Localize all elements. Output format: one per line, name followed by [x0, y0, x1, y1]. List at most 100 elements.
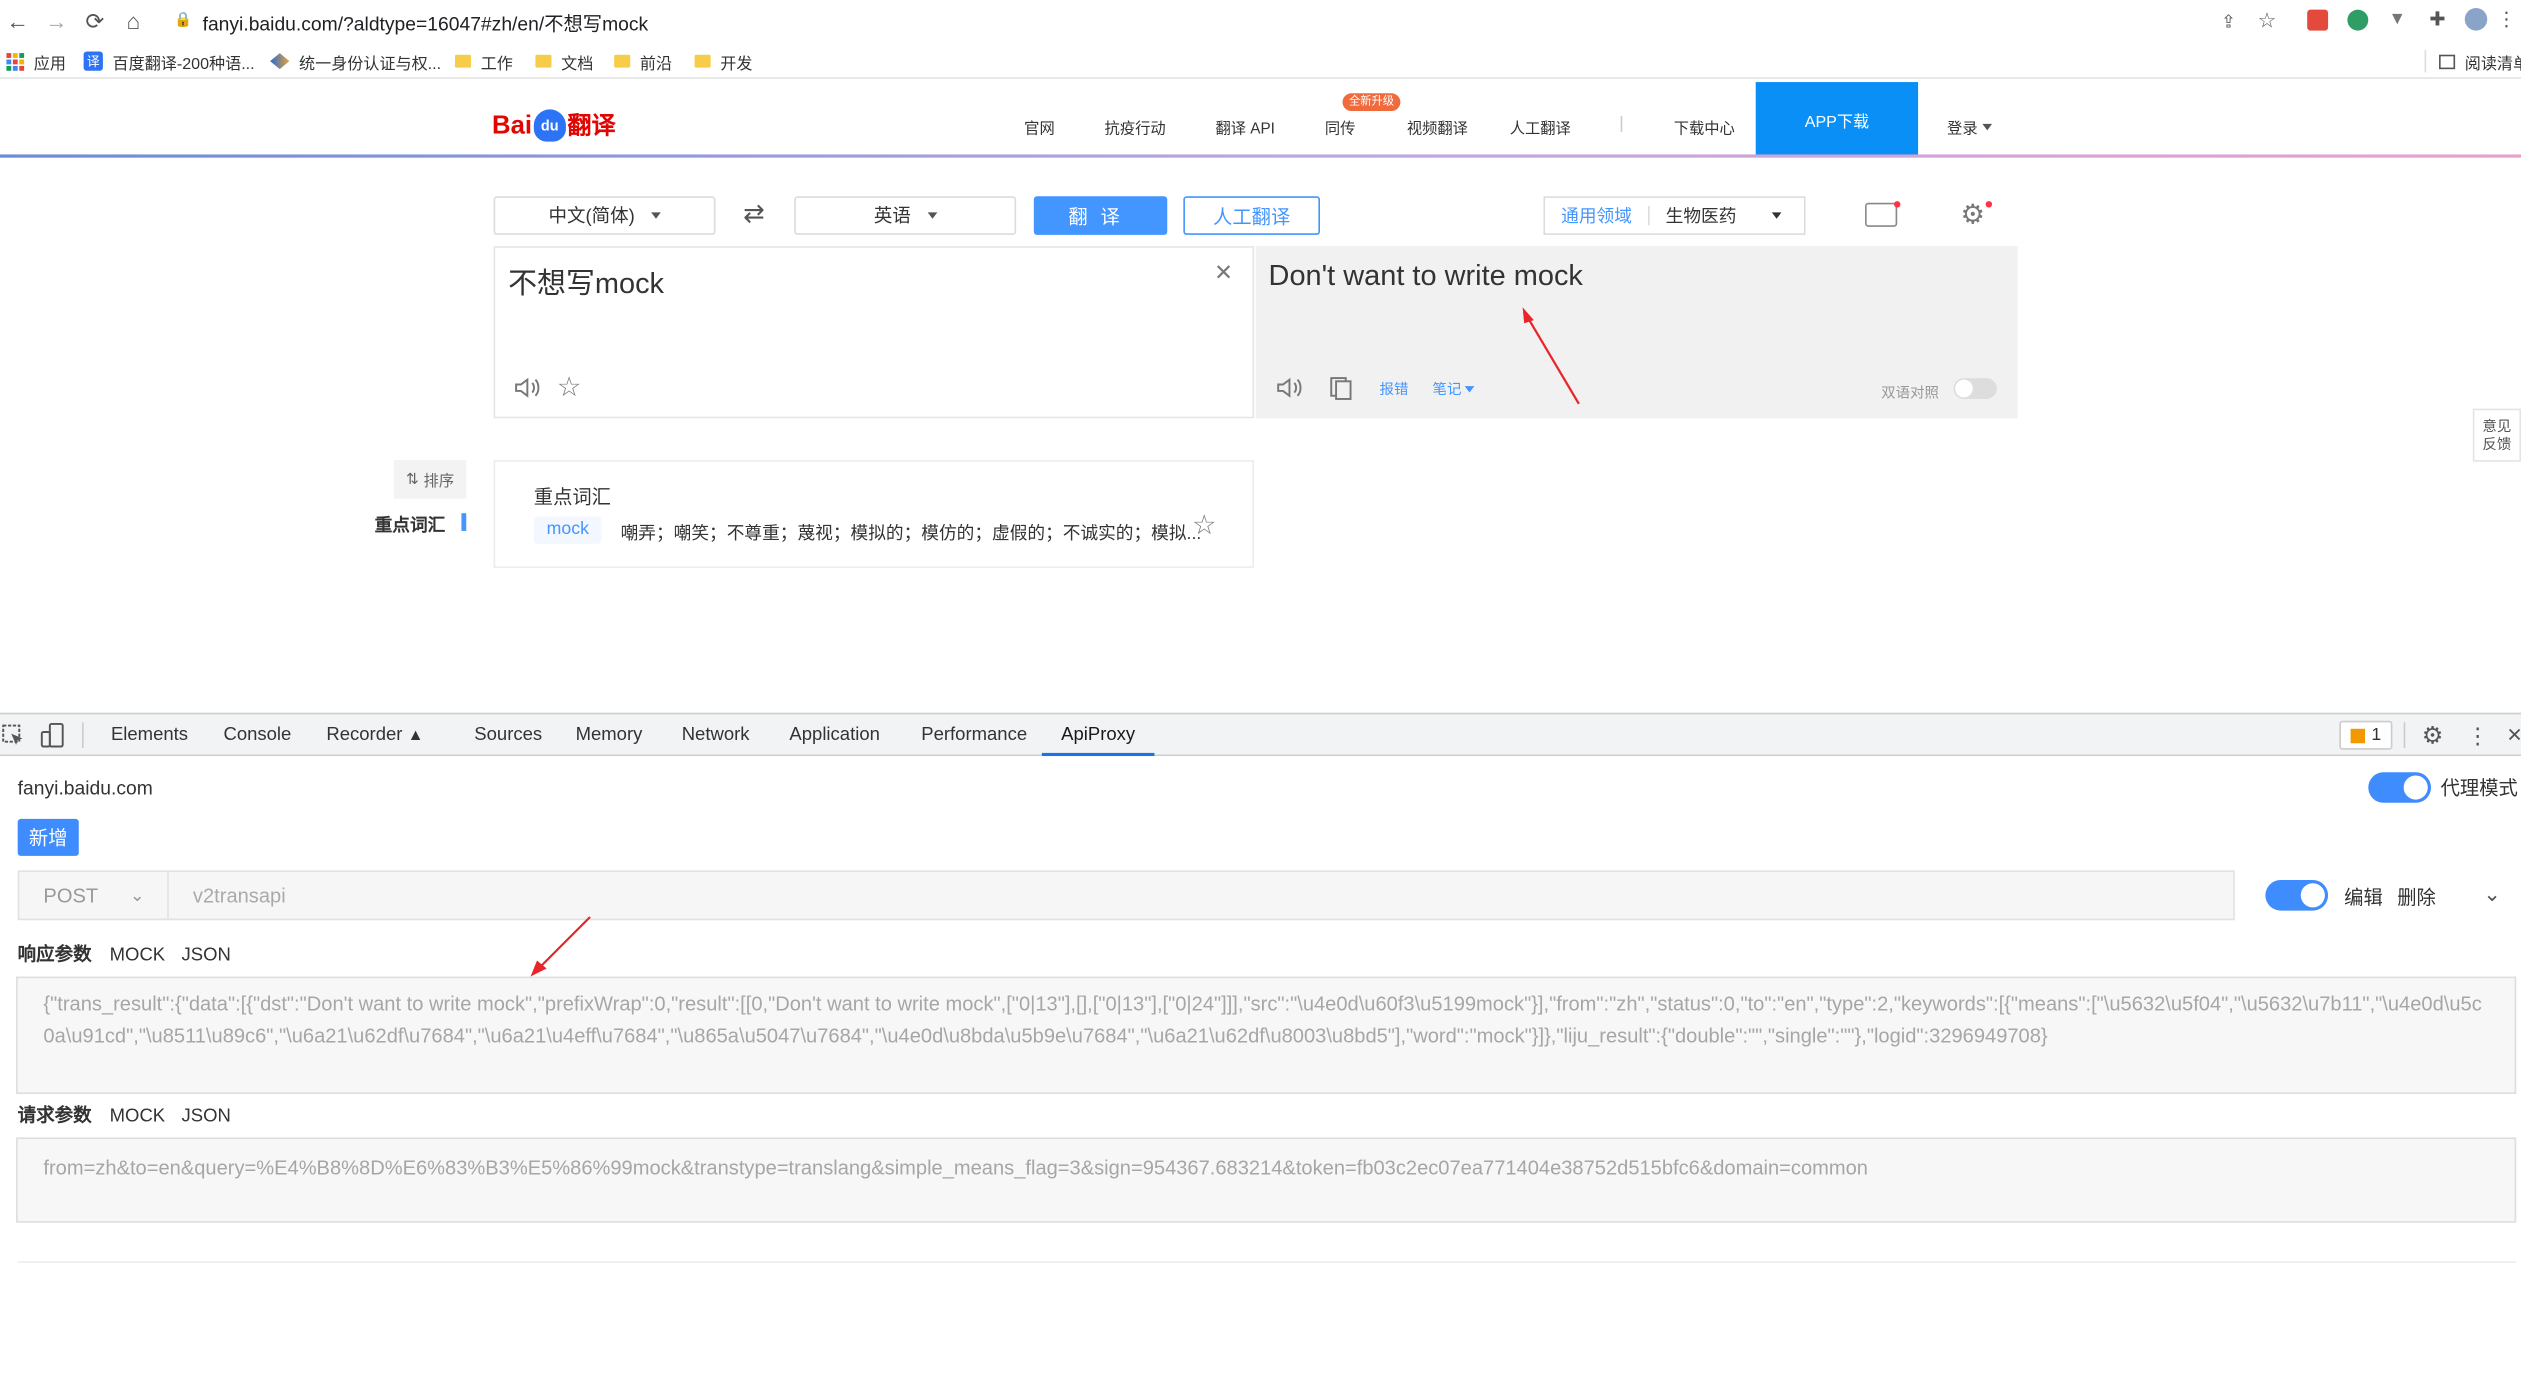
domain-select[interactable]: 通用领域 生物医药 — [1543, 196, 1806, 235]
tab-elements[interactable]: Elements — [111, 726, 188, 745]
add-rule-button[interactable]: 新增 — [17, 818, 79, 856]
feedback-button[interactable]: 意见 反馈 — [2472, 408, 2521, 462]
bookmark-baidu-translate[interactable]: 译 百度翻译-200种语... — [83, 50, 255, 73]
method-select[interactable]: POST ⌄ — [19, 871, 169, 919]
edit-button[interactable]: 编辑 — [2344, 883, 2383, 910]
human-translate-button[interactable]: 人工翻译 — [1183, 196, 1321, 235]
app-download-button[interactable]: APP下载 — [1755, 82, 1919, 157]
tab-application[interactable]: Application — [789, 726, 879, 745]
copy-icon[interactable] — [1328, 375, 1354, 401]
devtools-settings-gear-icon[interactable]: ⚙ — [2420, 722, 2446, 749]
reading-list[interactable]: 阅读清单 — [2424, 49, 2521, 73]
devtools-menu-dots-icon[interactable]: ⋮ — [2465, 722, 2491, 748]
menu-dots-icon[interactable]: ⋮ — [2497, 8, 2516, 31]
section-divider — [17, 1261, 2517, 1263]
response-mock-tab[interactable]: MOCK — [110, 946, 165, 965]
tab-recorder[interactable]: Recorder ▲ — [326, 726, 423, 745]
speaker-icon[interactable] — [1275, 376, 1304, 399]
devtools-tabbar: Elements Console Recorder ▲ Sources Memo… — [0, 712, 2521, 757]
bilingual-label: 双语对照 — [1881, 384, 1940, 401]
bookmark-auth[interactable]: 统一身份认证与权... — [270, 50, 441, 73]
nav-simultaneous[interactable]: 同传 — [1325, 116, 1356, 139]
source-text-panel[interactable]: 不想写mock ✕ ☆ — [493, 246, 1255, 419]
host-label: fanyi.baidu.com — [17, 777, 153, 800]
tab-apiproxy[interactable]: ApiProxy — [1061, 726, 1135, 745]
error-report-link[interactable]: 报错 — [1379, 378, 1408, 399]
speaker-icon[interactable] — [513, 376, 542, 399]
extension-v-icon[interactable]: ▼ — [2386, 8, 2409, 31]
back-arrow-icon[interactable]: ← — [3, 6, 32, 35]
devtools-close-icon[interactable]: ✕ — [2505, 722, 2521, 748]
login-menu[interactable]: 登录 — [1947, 116, 1993, 138]
bilingual-toggle[interactable] — [1953, 378, 1997, 399]
bookmark-star-icon[interactable]: ☆ — [2254, 8, 2280, 34]
favorites-folder-icon[interactable] — [1865, 202, 1898, 227]
keyword-tag[interactable]: mock — [533, 516, 602, 544]
request-body-textarea[interactable]: from=zh&to=en&query=%E4%B8%8D%E6%83%B3%E… — [16, 1137, 2517, 1223]
inspect-element-icon[interactable] — [2, 724, 26, 748]
nav-human-translate[interactable]: 人工翻译 — [1510, 116, 1571, 139]
key-vocab-title: 重点词汇 — [533, 485, 611, 509]
bookmark-folder-dev[interactable]: 开发 — [694, 50, 752, 73]
rule-enable-toggle[interactable] — [2265, 880, 2329, 911]
lock-icon[interactable]: 🔒 — [174, 10, 193, 29]
device-toolbar-icon[interactable] — [40, 722, 66, 748]
tab-memory[interactable]: Memory — [576, 726, 643, 745]
tab-sources[interactable]: Sources — [474, 726, 542, 745]
nav-translate-api[interactable]: 翻译 API — [1215, 116, 1274, 139]
bookmark-folder-docs[interactable]: 文档 — [535, 50, 593, 73]
nav-video-translate[interactable]: 视频翻译 — [1407, 116, 1468, 139]
nav-epidemic[interactable]: 抗疫行动 — [1105, 116, 1166, 139]
extension-red-icon[interactable] — [2307, 9, 2329, 31]
home-icon[interactable]: ⌂ — [119, 6, 148, 35]
source-text[interactable]: 不想写mock — [508, 261, 664, 303]
favorite-star-icon[interactable]: ☆ — [1190, 510, 1219, 541]
tab-console[interactable]: Console — [223, 726, 291, 745]
bookmark-apps[interactable]: 应用 — [6, 50, 66, 73]
api-path-input[interactable]: v2transapi — [169, 884, 286, 907]
issues-badge[interactable]: 1 — [2339, 720, 2393, 750]
nav-download-center[interactable]: 下载中心 — [1674, 116, 1735, 139]
nav-official-site[interactable]: 官网 — [1024, 116, 1055, 139]
response-params-header: 响应参数 MOCK JSON — [17, 945, 231, 966]
delete-button[interactable]: 删除 — [2397, 883, 2436, 910]
translate-button[interactable]: 翻译 — [1033, 196, 1168, 235]
request-mock-tab[interactable]: MOCK — [110, 1107, 165, 1126]
request-json-tab[interactable]: JSON — [182, 1107, 231, 1126]
profile-avatar[interactable] — [2464, 8, 2488, 31]
favorite-star-icon[interactable]: ☆ — [555, 372, 584, 403]
share-icon[interactable]: ⇪ — [2216, 8, 2242, 34]
extension-green-icon[interactable] — [2347, 9, 2369, 31]
target-language-select[interactable]: 英语 — [794, 196, 1017, 235]
rule-row: POST ⌄ v2transapi — [17, 870, 2235, 921]
forward-arrow-icon[interactable]: → — [42, 6, 71, 35]
folder-icon — [694, 54, 711, 68]
chevron-down-icon: ⌄ — [129, 886, 145, 906]
clear-close-icon[interactable]: ✕ — [1212, 258, 1235, 284]
address-bar[interactable]: fanyi.baidu.com/?aldtype=16047#zh/en/不想写… — [203, 10, 649, 37]
extensions-puzzle-icon[interactable]: ✚ — [2426, 8, 2449, 31]
bookmark-folder-frontier[interactable]: 前沿 — [614, 50, 672, 73]
folder-icon — [614, 54, 631, 68]
reload-icon[interactable]: ⟳ — [80, 6, 109, 35]
header-gradient-line — [0, 154, 2521, 158]
baidu-logo[interactable]: Bai du 翻译 — [492, 103, 616, 142]
proxy-mode-toggle[interactable] — [2368, 772, 2431, 803]
side-nav-key-vocab[interactable]: 重点词汇 — [375, 512, 446, 538]
flask-icon: ▲ — [407, 727, 424, 745]
bookmark-folder-work[interactable]: 工作 — [455, 50, 513, 73]
notes-menu[interactable]: 笔记 — [1433, 378, 1475, 399]
tab-performance[interactable]: Performance — [921, 726, 1027, 745]
tab-network[interactable]: Network — [682, 726, 750, 745]
settings-gear-icon[interactable]: ⚙ — [1957, 199, 1989, 231]
response-json-tab[interactable]: JSON — [182, 946, 231, 965]
response-body-textarea[interactable]: {"trans_result":{"data":[{"dst":"Don't w… — [16, 976, 2517, 1094]
domain-value: 生物医药 — [1665, 207, 1737, 227]
swap-languages-icon[interactable]: ⇄ — [738, 199, 770, 228]
proxy-mode-label: 代理模式 — [2440, 777, 2518, 800]
annotation-arrow — [530, 916, 591, 977]
sort-button[interactable]: ⇅ 排序 — [393, 460, 467, 499]
source-language-select[interactable]: 中文(简体) — [493, 196, 716, 235]
key-vocab-card: 重点词汇 mock 嘲弄；嘲笑；不尊重；蔑视；模拟的；模仿的；虚假的；不诚实的；… — [493, 460, 1255, 568]
chevron-down-icon[interactable]: ⌄ — [2479, 882, 2505, 908]
